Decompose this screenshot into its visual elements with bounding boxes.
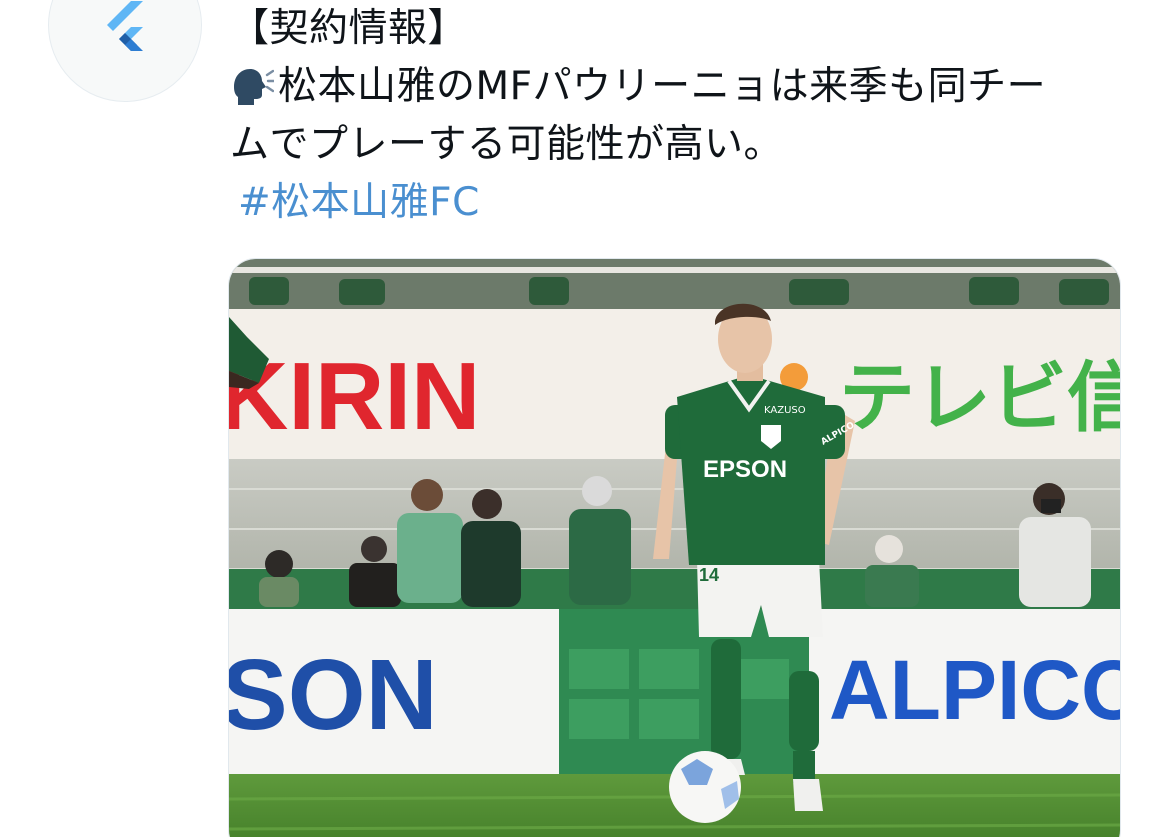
- jersey-chest-text: KAZUSO: [764, 405, 806, 416]
- tweet-photo[interactable]: KIRIN テレビ信 SON ALPICO 14 KAZUSO EPSON AL…: [228, 258, 1121, 837]
- tweet-body: 【契約情報】 松本山雅のMFパウリーニョは来季も同チー ムでプレーする可能性が高…: [230, 0, 1130, 232]
- ad-board-left-text: SON: [229, 639, 438, 751]
- jersey-sponsor-text: EPSON: [703, 456, 787, 483]
- flutter-logo-icon: [107, 1, 143, 51]
- hashtag-link[interactable]: #松本山雅FC: [238, 174, 480, 232]
- tweet-line-header: 【契約情報】: [230, 6, 468, 51]
- tweet-line-main: 松本山雅のMFパウリーニョは来季も同チー: [230, 58, 1130, 116]
- tweet-line-main-text: 松本山雅のMFパウリーニョは来季も同チー: [278, 64, 1047, 109]
- ad-board-right-text: ALPICO: [829, 643, 1121, 737]
- speaking-head-icon: [234, 69, 274, 105]
- shorts-number: 14: [699, 565, 719, 585]
- tweet-view: 【契約情報】 松本山雅のMFパウリーニョは来季も同チー ムでプレーする可能性が高…: [0, 0, 1170, 837]
- avatar[interactable]: [48, 0, 202, 102]
- banner-right-text: テレビ信: [839, 353, 1121, 442]
- tweet-line-continued: ムでプレーする可能性が高い。: [230, 122, 784, 167]
- soccer-ball: [669, 751, 741, 823]
- match-photo: KIRIN テレビ信 SON ALPICO 14 KAZUSO EPSON AL…: [229, 259, 1121, 837]
